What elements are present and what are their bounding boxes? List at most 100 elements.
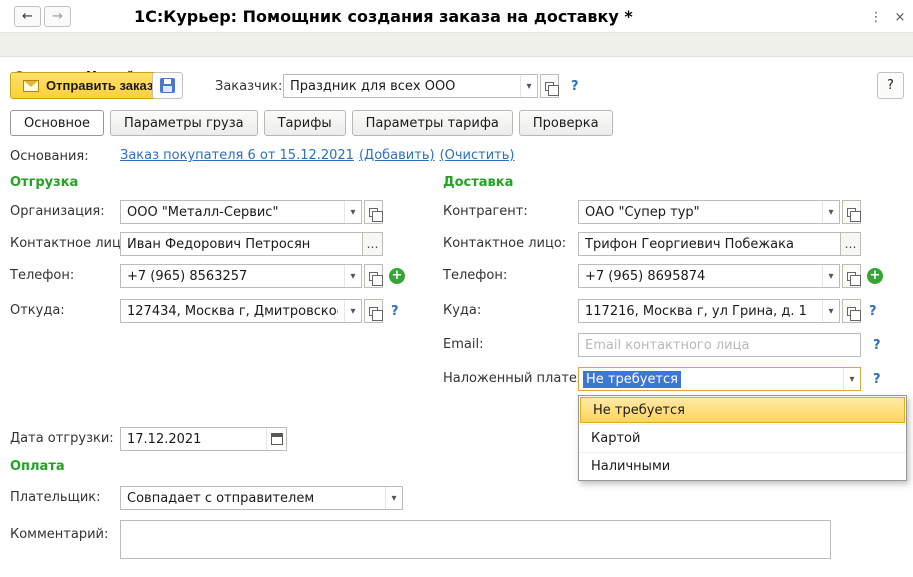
customer-field[interactable]: ▾ [283, 74, 538, 98]
to-label: Куда: [443, 303, 481, 318]
basis-clear-link[interactable]: (Очистить) [440, 148, 515, 163]
customer-help-link[interactable]: ? [571, 79, 579, 94]
cod-help-link[interactable]: ? [873, 372, 881, 387]
from-input[interactable] [121, 304, 344, 319]
title-bar: ← → 1С:Курьер: Помощник создания заказа … [0, 0, 913, 33]
send-order-label: Отправить заказ [46, 78, 153, 93]
forward-button[interactable]: → [44, 6, 71, 27]
counterparty-row: ▾ [578, 200, 861, 224]
cod-label: Наложенный платеж: [443, 371, 593, 386]
to-field[interactable]: ▾ [578, 299, 840, 323]
organization-input[interactable] [121, 205, 344, 220]
cod-option-not-required[interactable]: Не требуется [580, 397, 905, 423]
to-input[interactable] [579, 304, 822, 319]
ellipsis-icon[interactable]: … [362, 233, 382, 255]
chevron-down-icon[interactable]: ▾ [822, 201, 839, 223]
cod-combo[interactable]: Не требуется ▾ [578, 367, 861, 391]
from-help-link[interactable]: ? [391, 304, 399, 319]
tab-tariff-params[interactable]: Параметры тарифа [352, 110, 513, 136]
counterparty-input[interactable] [579, 205, 822, 220]
comment-label: Комментарий: [10, 527, 108, 542]
shipment-phone-field[interactable]: ▾ [120, 264, 362, 288]
to-choose-button[interactable] [842, 299, 861, 323]
cod-option-card[interactable]: Картой [579, 424, 906, 452]
organization-label: Организация: [10, 204, 105, 219]
chevron-down-icon[interactable]: ▾ [822, 265, 839, 287]
tab-tariffs-label: Тарифы [278, 116, 332, 131]
chevron-down-icon[interactable]: ▾ [520, 75, 537, 97]
back-button[interactable]: ← [14, 6, 41, 27]
ship-date-input[interactable] [121, 432, 266, 447]
ellipsis-icon[interactable]: … [840, 233, 860, 255]
chevron-down-icon[interactable]: ▾ [822, 300, 839, 322]
chevron-down-icon[interactable]: ▾ [344, 265, 361, 287]
to-help-link[interactable]: ? [869, 304, 877, 319]
delivery-phone-field[interactable]: ▾ [578, 264, 840, 288]
ship-date-field[interactable] [120, 427, 287, 451]
add-phone-button[interactable]: + [867, 268, 883, 284]
from-field[interactable]: ▾ [120, 299, 362, 323]
tab-main[interactable]: Основное [10, 110, 104, 136]
close-button[interactable]: × [890, 7, 910, 27]
shipment-contact-field[interactable]: … [120, 232, 383, 256]
tab-tariffs[interactable]: Тарифы [264, 110, 346, 136]
tab-tariff-params-label: Параметры тарифа [366, 116, 499, 131]
shipment-heading: Отгрузка [10, 175, 78, 190]
cod-option-label: Наличными [591, 459, 670, 474]
customer-input[interactable] [284, 79, 520, 94]
choose-icon [847, 307, 856, 316]
organization-choose-button[interactable] [364, 200, 383, 224]
cod-option-label: Картой [591, 431, 640, 446]
choose-icon [369, 307, 378, 316]
email-field[interactable] [578, 333, 861, 357]
tab-cargo-params[interactable]: Параметры груза [110, 110, 258, 136]
delivery-contact-label: Контактное лицо: [443, 236, 566, 251]
close-icon: × [895, 10, 906, 25]
plus-icon: + [870, 268, 881, 283]
calendar-button[interactable] [266, 428, 286, 450]
tab-check-label: Проверка [533, 116, 599, 131]
cod-option-cash[interactable]: Наличными [579, 452, 906, 480]
shipment-contact-input[interactable] [121, 237, 362, 252]
ship-date-label: Дата отгрузки: [10, 431, 114, 446]
basis-order-link[interactable]: Заказ покупателя 6 от 15.12.2021 [120, 148, 354, 163]
customer-choose-button[interactable] [540, 74, 559, 98]
payment-heading: Оплата [10, 459, 65, 474]
ship-date-row [120, 427, 287, 451]
send-order-button[interactable]: Отправить заказ [10, 72, 166, 99]
counterparty-choose-button[interactable] [842, 200, 861, 224]
more-button[interactable]: ⋮ [866, 7, 886, 27]
customer-combo: ▾ ? [283, 74, 579, 98]
delivery-contact-field[interactable]: … [578, 232, 861, 256]
chevron-down-icon[interactable]: ▾ [344, 300, 361, 322]
comment-input[interactable] [120, 520, 831, 559]
plus-icon: + [392, 268, 403, 283]
delivery-contact-input[interactable] [579, 237, 840, 252]
from-choose-button[interactable] [364, 299, 383, 323]
help-button[interactable]: ? [877, 72, 904, 99]
organization-field[interactable]: ▾ [120, 200, 362, 224]
shipment-phone-input[interactable] [121, 269, 344, 284]
chevron-down-icon[interactable]: ▾ [344, 201, 361, 223]
counterparty-field[interactable]: ▾ [578, 200, 840, 224]
delivery-phone-input[interactable] [579, 269, 822, 284]
shipment-phone-choose-button[interactable] [364, 264, 383, 288]
delivery-phone-choose-button[interactable] [842, 264, 861, 288]
send-icon [23, 80, 39, 92]
calendar-icon [271, 433, 283, 445]
app: { "icons": { "back": "←", "forward": "→"… [0, 0, 913, 577]
customer-label: Заказчик: [215, 79, 282, 94]
add-phone-button[interactable]: + [389, 268, 405, 284]
email-input[interactable] [579, 338, 860, 353]
payer-input[interactable] [121, 491, 385, 506]
chevron-down-icon[interactable]: ▾ [385, 487, 402, 509]
save-button[interactable] [152, 72, 183, 99]
chevron-down-icon[interactable]: ▾ [843, 368, 860, 390]
payer-combo[interactable]: ▾ [120, 486, 403, 510]
basis-add-link[interactable]: (Добавить) [359, 148, 435, 163]
email-help-link[interactable]: ? [873, 338, 881, 353]
shipment-contact-label: Контактное лицо: [10, 236, 133, 251]
tab-check[interactable]: Проверка [519, 110, 613, 136]
cod-selected-value: Не требуется [583, 371, 681, 388]
kebab-menu-icon: ⋮ [870, 10, 883, 25]
